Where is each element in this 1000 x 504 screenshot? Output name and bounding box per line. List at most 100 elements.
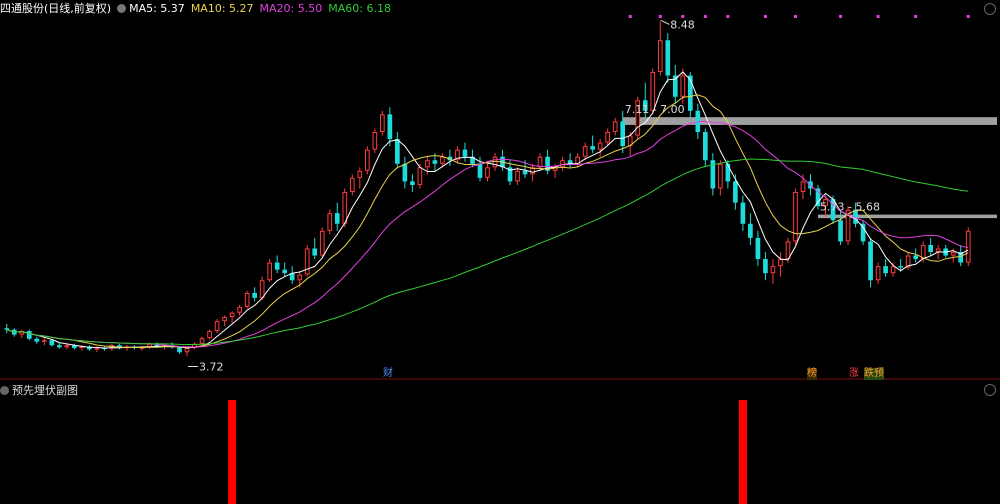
settings-circle-icon[interactable] xyxy=(984,384,996,396)
candle-body-down xyxy=(395,139,400,164)
candle-body-down xyxy=(522,170,528,175)
candle-body-up xyxy=(537,156,543,168)
drop-forecast-badge[interactable]: 跌预 xyxy=(864,368,884,380)
signal-bar xyxy=(738,400,747,504)
candle-body-up xyxy=(935,248,941,252)
candle-body-up xyxy=(237,307,242,313)
candle-body-down xyxy=(763,259,768,274)
candle-body-down xyxy=(432,160,438,164)
settings-circle-icon[interactable] xyxy=(984,3,996,15)
candle-body-up xyxy=(327,213,333,231)
candle-body-down xyxy=(860,223,866,242)
high-price-label: 8.48 xyxy=(670,18,695,31)
candle-body-up xyxy=(364,149,370,171)
candle-body-down xyxy=(274,262,280,270)
candle-body-down xyxy=(733,181,738,203)
candle-body-up xyxy=(41,340,47,342)
sub-panel-title: 预先埋伏副图 xyxy=(0,382,78,398)
candle-body-up xyxy=(582,146,588,157)
event-marker-dot xyxy=(793,15,797,18)
ma-settings-icon[interactable] xyxy=(117,4,127,13)
candle-body-up xyxy=(425,160,430,168)
candle-body-down xyxy=(898,266,903,268)
candle-body-down xyxy=(312,248,318,256)
candle-body-down xyxy=(590,146,595,150)
candle-body-up xyxy=(560,160,565,168)
candle-body-up xyxy=(778,259,783,267)
ma60-line xyxy=(6,158,969,345)
candle-body-up xyxy=(304,248,310,275)
candle-body-up xyxy=(199,338,205,344)
event-marker-dot xyxy=(914,15,918,18)
finance-badge[interactable]: 财 xyxy=(383,368,393,380)
candle-body-up xyxy=(800,181,806,192)
candle-body-up xyxy=(349,177,355,193)
candle-body-up xyxy=(342,192,348,224)
candle-body-up xyxy=(229,312,235,317)
event-marker-dot xyxy=(876,15,880,18)
sub-panel-name: 预先埋伏副图 xyxy=(12,384,78,397)
candle-body-down xyxy=(177,347,182,353)
candle-body-down xyxy=(34,338,40,342)
candle-body-down xyxy=(913,255,918,260)
candle-body-up xyxy=(770,266,776,274)
sub-panel-icon[interactable] xyxy=(0,386,9,395)
candle-body-down xyxy=(49,340,55,346)
event-marker-dot xyxy=(839,15,843,18)
event-marker-dot xyxy=(763,15,767,18)
candle-body-up xyxy=(612,121,618,133)
event-marker-dot xyxy=(966,15,970,18)
candle-body-up xyxy=(965,230,971,263)
candle-body-up xyxy=(64,345,70,348)
candle-body-down xyxy=(748,223,753,238)
candle-body-down xyxy=(567,160,573,164)
candle-body-up xyxy=(184,348,190,353)
candle-body-up xyxy=(417,167,423,185)
event-marker-dot xyxy=(703,15,707,18)
candle-body-down xyxy=(477,163,483,178)
candle-body-up xyxy=(785,241,791,260)
candle-body-up xyxy=(267,262,272,281)
candle-body-up xyxy=(597,142,603,150)
candle-body-down xyxy=(26,331,32,339)
ma20-line xyxy=(6,120,969,348)
candle-body-down xyxy=(838,220,843,242)
candle-body-up xyxy=(357,170,363,178)
candle-body-up xyxy=(605,132,611,143)
candle-body-down xyxy=(868,241,873,281)
candle-body-down xyxy=(334,213,340,224)
candle-body-down xyxy=(755,237,761,260)
ma60-value: MA60: 6.18 xyxy=(328,2,391,15)
limit-up-badge[interactable]: 涨 xyxy=(849,368,859,380)
candle-body-up xyxy=(94,348,100,350)
high-arrow xyxy=(661,20,670,25)
candle-body-up xyxy=(259,280,265,298)
event-marker-dot xyxy=(658,15,662,18)
ma20-value: MA20: 5.50 xyxy=(259,2,323,15)
candle-body-up xyxy=(79,346,85,349)
candle-body-up xyxy=(920,244,926,260)
ma10-line xyxy=(6,94,969,349)
candle-body-up xyxy=(515,170,520,182)
candle-body-down xyxy=(883,266,888,274)
rank-badge[interactable]: 榜 xyxy=(807,368,817,380)
price-zone-bar xyxy=(622,117,997,125)
zone-label-upper: 7.11 - 7.00 xyxy=(625,103,685,116)
kline-chart[interactable]: 8.48 3.72 7.11 - 7.00 5.73 - 5.68 xyxy=(0,0,1000,504)
low-price-label: 3.72 xyxy=(199,360,224,373)
zone-label-lower: 5.73 - 5.68 xyxy=(820,201,880,214)
signal-bar xyxy=(228,400,237,504)
candle-body-up xyxy=(680,75,686,97)
candle-body-down xyxy=(703,132,708,161)
candle-body-up xyxy=(372,132,378,150)
candle-body-up xyxy=(657,40,663,72)
candle-body-down xyxy=(387,114,393,140)
ma5-value: MA5: 5.37 xyxy=(129,2,185,15)
period-label: (日线,前复权) xyxy=(44,2,112,15)
event-marker-dot xyxy=(681,15,685,18)
chart-header: 四通股份(日线,前复权) MA5: 5.37 MA10: 5.27 MA20: 5.5… xyxy=(0,0,397,15)
candle-body-down xyxy=(57,345,62,348)
candle-body-down xyxy=(665,40,671,76)
candle-body-down xyxy=(620,121,626,147)
candle-body-up xyxy=(319,230,325,256)
